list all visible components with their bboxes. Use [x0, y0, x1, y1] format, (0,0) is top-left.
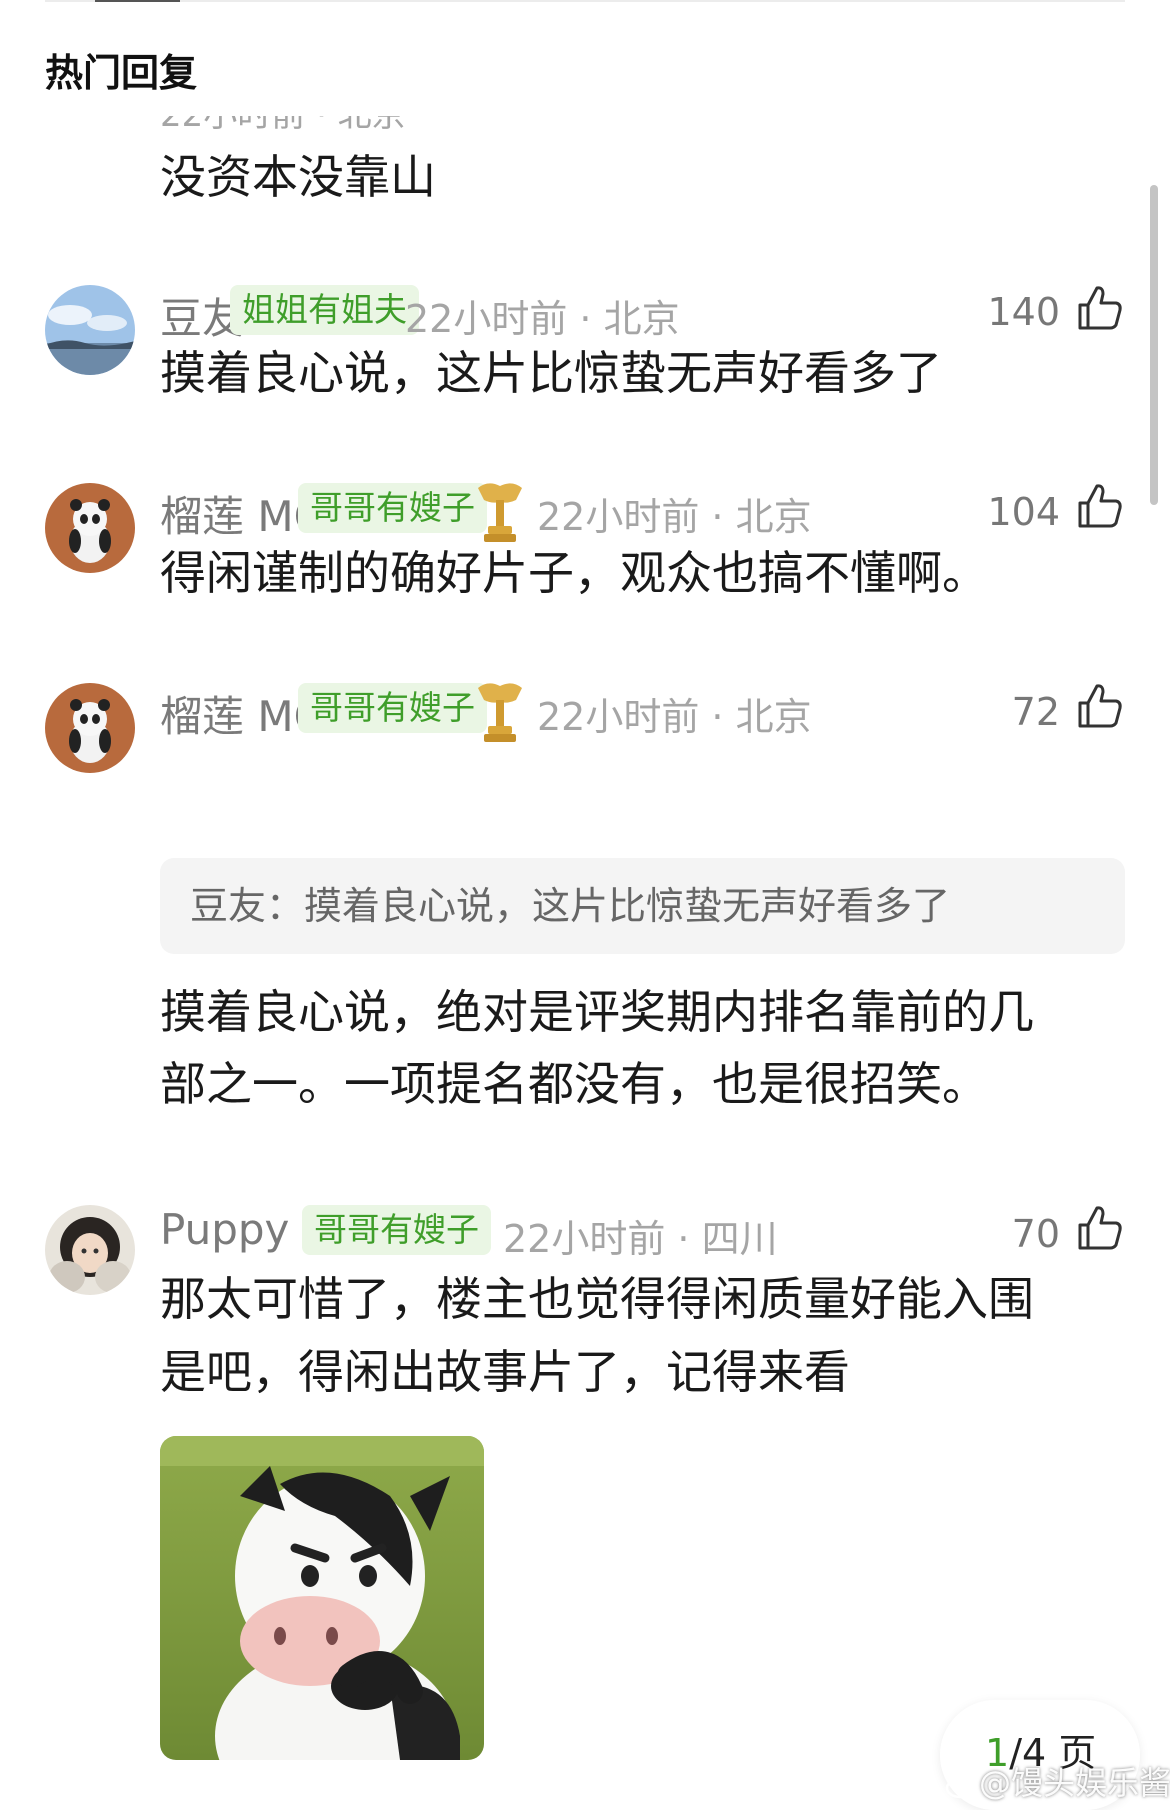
- quoted-comment[interactable]: 豆友：摸着良心说，这片比惊蛰无声好看多了: [160, 858, 1125, 954]
- section-title: 热门回复: [45, 51, 198, 95]
- watermark: @馒头娱乐酱: [945, 1758, 1170, 1804]
- like-count: 104: [987, 490, 1060, 534]
- watermark-text: @馒头娱乐酱: [979, 1764, 1170, 1802]
- like-count: 140: [987, 290, 1060, 334]
- user-badge: 哥哥有嫂子: [302, 1205, 491, 1255]
- comment-text: 得闲谨制的确好片子，观众也搞不懂啊。: [160, 546, 988, 600]
- user-badge: 哥哥有嫂子: [298, 683, 487, 733]
- like-count: 72: [1011, 690, 1060, 734]
- avatar[interactable]: [45, 683, 135, 773]
- username[interactable]: Puppy: [160, 1205, 289, 1254]
- comment-text-line2: 部之一。一项提名都没有，也是很招笑。: [160, 1057, 988, 1111]
- comment-text-line2: 是吧，得闲出故事片了，记得来看: [160, 1345, 850, 1399]
- comment-meta: 22小时前 · 北京: [537, 495, 812, 539]
- comment-meta: 22小时前 · 北京: [405, 297, 680, 341]
- trophy-icon: [478, 483, 522, 542]
- comment-text-line1: 那太可惜了，楼主也觉得得闲质量好能入围: [160, 1272, 1034, 1326]
- comment-text: 摸着良心说，这片比惊蛰无声好看多了: [160, 346, 942, 400]
- comment-meta: 22小时前 · 四川: [503, 1217, 778, 1261]
- avatar[interactable]: [45, 285, 135, 375]
- thumbs-up-icon[interactable]: [1075, 681, 1125, 731]
- thumbs-up-icon[interactable]: [1075, 283, 1125, 333]
- comment-text-line1: 摸着良心说，绝对是评奖期内排名靠前的几: [160, 985, 1034, 1039]
- comment-text: 没资本没靠山: [160, 150, 436, 204]
- thumbs-up-icon[interactable]: [1075, 1203, 1125, 1253]
- trophy-icon: [478, 683, 522, 742]
- user-badge: 哥哥有嫂子: [298, 483, 487, 533]
- thumbs-up-icon[interactable]: [1075, 481, 1125, 531]
- user-badge: 姐姐有姐夫: [230, 285, 419, 335]
- tab-indicator: [95, 0, 180, 2]
- like-count: 70: [1011, 1212, 1060, 1256]
- top-divider: [45, 0, 1125, 2]
- sticker-image[interactable]: [160, 1436, 484, 1760]
- weibo-logo-icon: [945, 1774, 978, 1799]
- avatar[interactable]: [45, 483, 135, 573]
- scrollbar[interactable]: [1150, 185, 1158, 505]
- avatar[interactable]: [45, 1205, 135, 1295]
- comment-meta: 22小时前 · 北京: [537, 695, 812, 739]
